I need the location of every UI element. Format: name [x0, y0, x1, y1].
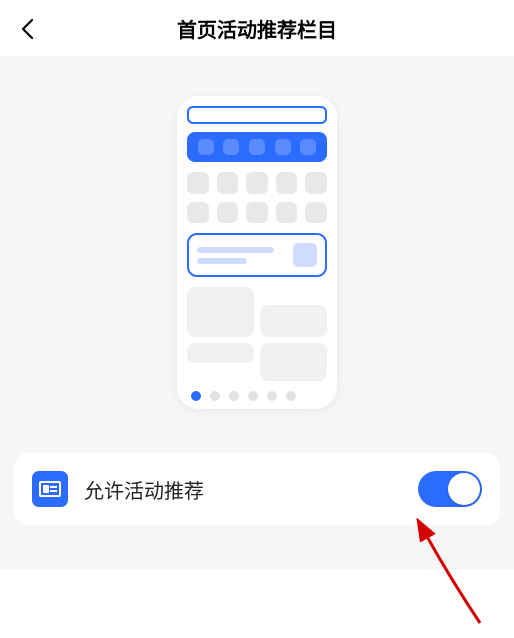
- header: 首页活动推荐栏目: [0, 0, 514, 56]
- preview-feed: [187, 287, 327, 381]
- setting-row-allow-recommend: 允许活动推荐: [14, 453, 500, 525]
- preview-recommend-card: [187, 233, 327, 277]
- content-area: 允许活动推荐: [0, 56, 514, 569]
- page-title: 首页活动推荐栏目: [16, 14, 498, 43]
- allow-recommend-toggle[interactable]: [418, 471, 482, 507]
- back-button[interactable]: [20, 18, 34, 45]
- preview-quick-row: [187, 132, 327, 162]
- phone-preview: [177, 96, 337, 409]
- chevron-left-icon: [20, 18, 34, 40]
- preview-search-bar: [187, 106, 327, 124]
- card-icon: [32, 471, 68, 507]
- setting-label: 允许活动推荐: [84, 475, 418, 504]
- preview-app-grid: [187, 172, 327, 223]
- preview-page-dots: [187, 391, 327, 401]
